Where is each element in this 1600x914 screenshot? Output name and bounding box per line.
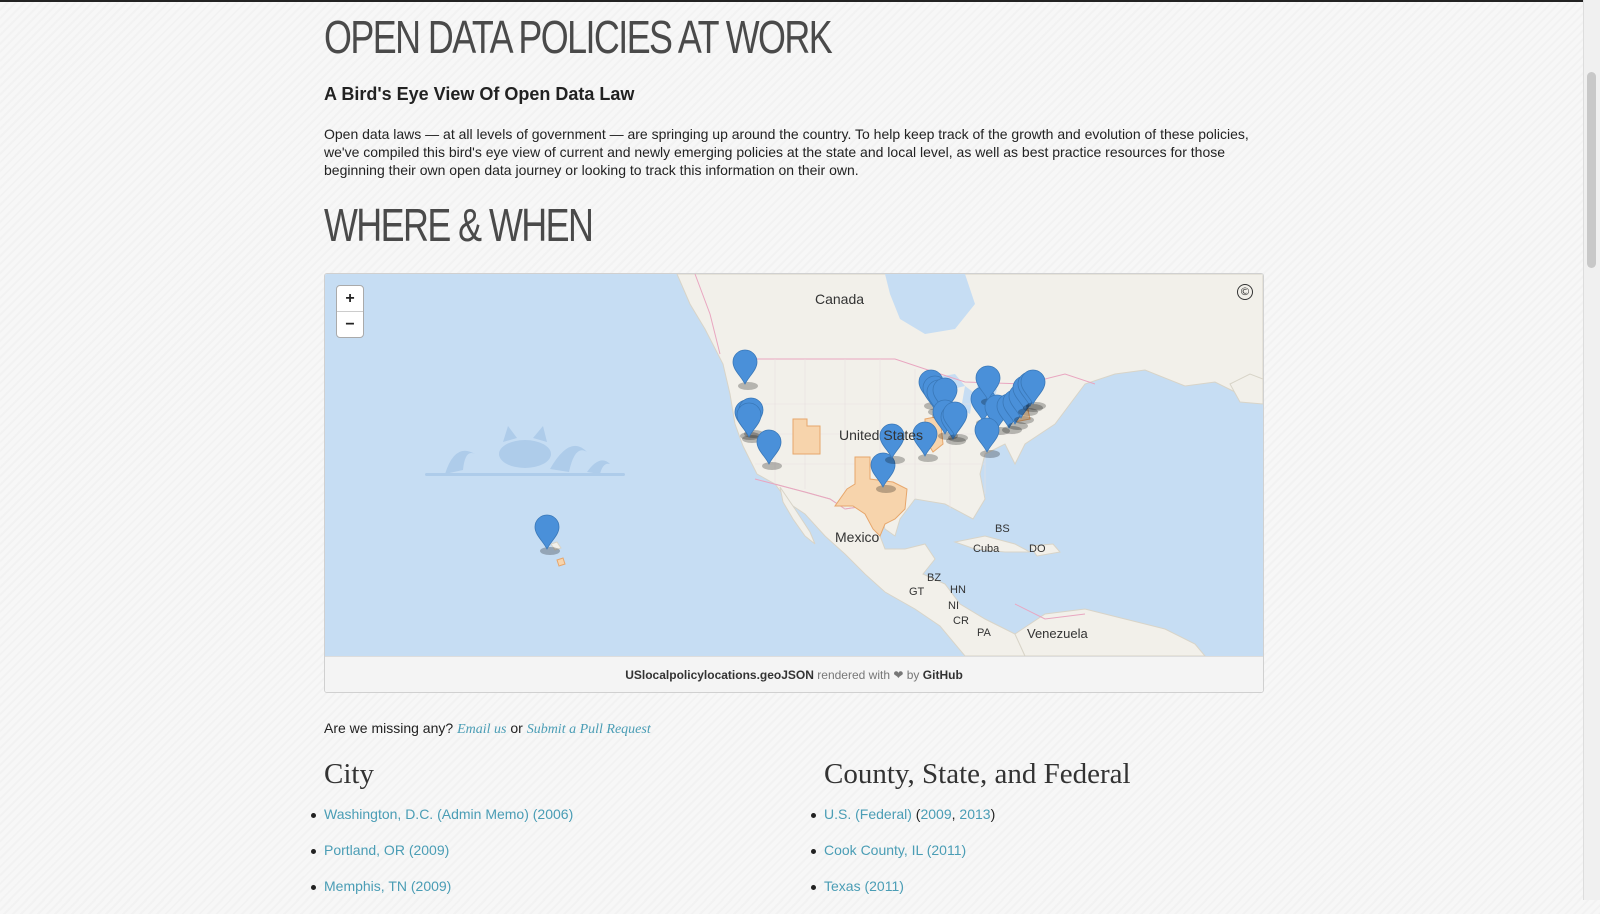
heart-icon: ❤ [893, 668, 904, 682]
list-item: Cook County, IL (2011) [810, 842, 995, 878]
marker-shadow [918, 454, 938, 462]
missing-text: Are we missing any? [324, 720, 454, 736]
county-link-cook[interactable]: Cook County, IL (2011) [824, 842, 966, 858]
map-label-united-states: United States [839, 427, 923, 443]
map-label-gt: GT [909, 586, 925, 598]
map-container: Canada United States Mexico BS Cuba DO B… [324, 273, 1264, 693]
footer-by: by [906, 668, 920, 682]
federal-year-2013-link[interactable]: 2013 [959, 806, 990, 822]
federal-link[interactable]: U.S. (Federal) [824, 806, 912, 822]
scrollbar-thumb[interactable] [1587, 72, 1596, 268]
copyright-icon[interactable]: © [1237, 284, 1253, 300]
top-border [0, 0, 1584, 2]
list-item: Washington, D.C. (Admin Memo) (2006) [310, 806, 573, 842]
vertical-scrollbar[interactable] [1583, 0, 1600, 900]
section-title-where-when: WHERE & WHEN [324, 199, 594, 251]
marker-shadow [1014, 416, 1034, 424]
zoom-control: + − [336, 285, 364, 338]
missing-prompt: Are we missing any? Email us or Submit a… [324, 720, 651, 738]
marker-shadow [980, 450, 1000, 458]
submit-pr-link[interactable]: Submit a Pull Request [527, 722, 651, 737]
map-label-cuba: Cuba [973, 543, 1000, 555]
marker-shadow [1026, 402, 1046, 410]
map-label-venezuela: Venezuela [1027, 626, 1088, 641]
marker-shadow [540, 547, 560, 555]
state-link-texas[interactable]: Texas (2011) [824, 878, 904, 894]
map-svg: Canada United States Mexico BS Cuba DO B… [425, 274, 1263, 656]
map-label-cr: CR [953, 615, 969, 627]
map-label-canada: Canada [815, 291, 864, 307]
page-subtitle: A Bird's Eye View Of Open Data Law [324, 84, 635, 104]
county-state-federal-heading: County, State, and Federal [824, 758, 1131, 790]
intro-paragraph: Open data laws — at all levels of govern… [324, 126, 1249, 178]
map-canvas[interactable]: Canada United States Mexico BS Cuba DO B… [325, 274, 1263, 656]
city-heading: City [324, 758, 374, 790]
paren-close: ) [990, 806, 996, 822]
list-item: U.S. (Federal) (2009, 2013) [810, 806, 996, 842]
marker-shadow [762, 462, 782, 470]
page-title: OPEN DATA POLICIES AT WORK [324, 11, 833, 63]
federal-year-2009-link[interactable]: 2009 [920, 806, 951, 822]
city-link-memphis[interactable]: Memphis, TN (2009) [324, 878, 451, 894]
email-us-link[interactable]: Email us [457, 722, 506, 737]
geojson-filename[interactable]: USlocalpolicylocations.geoJSON [625, 668, 814, 682]
missing-or: or [510, 720, 523, 736]
list-item: Texas (2011) [810, 878, 995, 914]
zoom-out-button[interactable]: − [337, 311, 363, 337]
list-item: Portland, OR (2009) [310, 842, 573, 878]
github-link[interactable]: GitHub [923, 668, 963, 682]
footer-rendered-with: rendered with [817, 668, 890, 682]
map-label-mexico: Mexico [835, 529, 880, 545]
map-label-hn: HN [950, 584, 966, 596]
map-label-pa: PA [977, 627, 992, 639]
map-label-ni: NI [948, 600, 959, 612]
zoom-in-button[interactable]: + [337, 286, 363, 311]
map-label-bz: BZ [927, 572, 941, 584]
github-watermark [425, 426, 625, 476]
map-label-bs: BS [995, 523, 1010, 535]
county-list: U.S. (Federal) (2009, 2013) Cook County,… [810, 806, 996, 914]
state-hawaii [556, 557, 566, 567]
marker-shadow [738, 382, 758, 390]
city-link-portland[interactable]: Portland, OR (2009) [324, 842, 449, 858]
marker-shadow [876, 485, 896, 493]
city-list: Washington, D.C. (Admin Memo) (2006) Por… [310, 806, 573, 914]
map-footer: USlocalpolicylocations.geoJSON rendered … [325, 656, 1263, 692]
city-link-dc[interactable]: Washington, D.C. (Admin Memo) (2006) [324, 806, 573, 822]
map-label-do: DO [1029, 543, 1046, 555]
marker-shadow [885, 456, 905, 464]
marker-shadow [948, 434, 968, 442]
list-item: Memphis, TN (2009) [310, 878, 573, 914]
